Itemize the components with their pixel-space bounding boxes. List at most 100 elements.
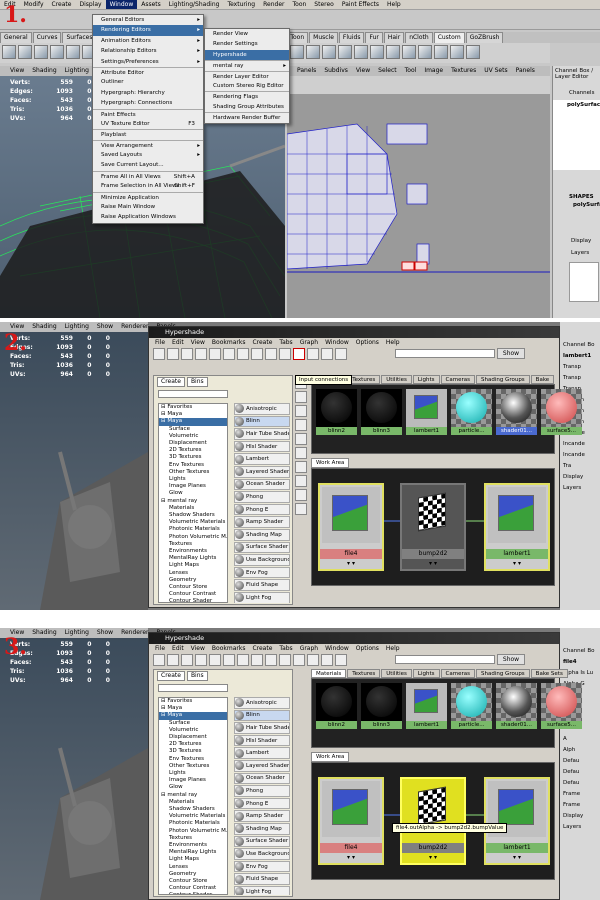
- shelf-icon[interactable]: [50, 45, 64, 59]
- shelf-tab[interactable]: GoZBrush: [465, 32, 504, 43]
- viewport-menu-item[interactable]: View: [356, 66, 370, 76]
- shelf-tab[interactable]: Fluids: [338, 32, 365, 43]
- toolbar-button[interactable]: [167, 348, 179, 360]
- tree-item[interactable]: ⊟ Favorites: [159, 404, 227, 411]
- material-swatch[interactable]: surface5...: [541, 683, 582, 729]
- toolbar-button[interactable]: [265, 654, 277, 666]
- tree-item[interactable]: ⊟ Maya: [159, 705, 227, 712]
- hypershade-menu-item[interactable]: Edit: [172, 338, 184, 347]
- shelf-icon[interactable]: [402, 45, 416, 59]
- show-button[interactable]: Show: [497, 654, 525, 665]
- hypershade-menu-item[interactable]: View: [191, 644, 205, 653]
- toolbar-button[interactable]: [209, 654, 221, 666]
- viewport-menu-item[interactable]: Textures: [451, 66, 476, 76]
- material-tab[interactable]: Utilities: [381, 669, 412, 678]
- toolbar-button[interactable]: [295, 391, 307, 403]
- work-area[interactable]: file4 ▾ ▾ bump2d2 ▾ ▾ lambert1 ▾ ▾ file4.outAl…: [311, 762, 555, 880]
- hypershade-menu-item[interactable]: Create: [252, 338, 272, 347]
- material-tab[interactable]: Cameras: [440, 375, 475, 384]
- node-button[interactable]: Ocean Shader: [234, 772, 290, 785]
- viewport-menu-item[interactable]: Panels: [297, 66, 316, 76]
- material-swatch[interactable]: surface5...: [541, 389, 582, 435]
- hypershade-menu-item[interactable]: Graph: [300, 644, 318, 653]
- tree-item[interactable]: Contour Contrast: [159, 885, 227, 892]
- shelf-icon[interactable]: [370, 45, 384, 59]
- hypershade-menu-item[interactable]: Tabs: [279, 338, 292, 347]
- node-button[interactable]: Fluid Shape: [234, 873, 290, 885]
- work-area-tab[interactable]: Work Area: [311, 458, 350, 468]
- material-tab[interactable]: Shading Groups: [475, 669, 530, 678]
- tree-item[interactable]: ⊟ mental ray: [159, 498, 227, 505]
- toolbar-button[interactable]: [181, 348, 193, 360]
- shelf-icon[interactable]: [18, 45, 32, 59]
- material-tab[interactable]: Cameras: [440, 669, 475, 678]
- node-button[interactable]: Ocean Shader: [234, 478, 290, 491]
- node-button[interactable]: Env Fog: [234, 860, 290, 873]
- shelf-icon[interactable]: [2, 45, 16, 59]
- menu-item[interactable]: Paint Effects: [93, 108, 203, 119]
- node-button[interactable]: Layered Shader: [234, 759, 290, 772]
- node-button[interactable]: Blinn: [234, 709, 290, 722]
- material-swatch[interactable]: blinn3: [361, 389, 402, 435]
- node-button[interactable]: Blinn: [234, 415, 290, 428]
- menu-item[interactable]: Render Layer Editor: [205, 70, 289, 81]
- menu-item[interactable]: Shading Group Attributes: [205, 102, 289, 112]
- tree-item[interactable]: Environments: [159, 842, 227, 849]
- node-button[interactable]: Surface Shader: [234, 835, 290, 848]
- node-button[interactable]: Surface Shader: [234, 541, 290, 554]
- shelf-icon[interactable]: [34, 45, 48, 59]
- viewport-menu-item[interactable]: UV Sets: [484, 66, 507, 76]
- layers-tab[interactable]: Layers: [571, 250, 589, 256]
- tree-item[interactable]: Photon Volumetric M...: [159, 534, 227, 541]
- tree-item[interactable]: Image Planes: [159, 777, 227, 784]
- node-button[interactable]: Anisotropic: [234, 697, 290, 709]
- shelf-icon[interactable]: [354, 45, 368, 59]
- toolbar-button[interactable]: [321, 348, 333, 360]
- menu-lighting-shading[interactable]: Lighting/Shading: [165, 0, 224, 9]
- tree-item[interactable]: Volumetric Materials: [159, 519, 227, 526]
- shelf-icon[interactable]: [322, 45, 336, 59]
- material-tab[interactable]: Textures: [347, 669, 381, 678]
- work-area-tab[interactable]: Work Area: [311, 752, 350, 762]
- menu-item[interactable]: Render View: [205, 29, 289, 39]
- material-tab[interactable]: Shading Groups: [475, 375, 530, 384]
- toolbar-button[interactable]: [295, 461, 307, 473]
- material-swatch[interactable]: particle...: [451, 389, 492, 435]
- hypershade-menu-item[interactable]: Help: [386, 644, 400, 653]
- shelf-tab[interactable]: nCloth: [405, 32, 433, 43]
- tab-create[interactable]: Create: [157, 377, 185, 387]
- tree-item[interactable]: Materials: [159, 505, 227, 512]
- menu-item[interactable]: Relationship Editors ▸: [93, 46, 203, 56]
- toolbar-button[interactable]: [265, 348, 277, 360]
- menu-help[interactable]: Help: [383, 0, 405, 9]
- input-connections-button[interactable]: [293, 348, 305, 360]
- viewport-menu-item[interactable]: Lighting: [65, 66, 89, 76]
- node-button[interactable]: Fluid Shape: [234, 579, 290, 591]
- toolbar-button[interactable]: [237, 654, 249, 666]
- tree-item[interactable]: Contour Shader: [159, 892, 227, 894]
- shelf-tab[interactable]: Hair: [383, 32, 405, 43]
- menu-item[interactable]: UV Texture Editor F3: [93, 119, 203, 129]
- tree-item[interactable]: ⊟ Maya: [159, 712, 227, 720]
- tree-item[interactable]: Lights: [159, 476, 227, 483]
- node-button[interactable]: Phong: [234, 491, 290, 503]
- node-button[interactable]: Shading Map: [234, 822, 290, 835]
- node-button[interactable]: Use Background: [234, 554, 290, 566]
- menu-item[interactable]: Custom Stereo Rig Editor: [205, 81, 289, 91]
- perspective-viewport[interactable]: ViewShadingLightingShowRendererPanels Ve…: [0, 322, 176, 610]
- menu-toon[interactable]: Toon: [289, 0, 311, 9]
- viewport-menu-item[interactable]: Show: [97, 628, 113, 638]
- tree-item[interactable]: Surface: [159, 426, 227, 433]
- toolbar-button[interactable]: [195, 348, 207, 360]
- tree-item[interactable]: Contour Contrast: [159, 591, 227, 598]
- hypershade-menu-item[interactable]: Edit: [172, 644, 184, 653]
- hypershade-menu-item[interactable]: Window: [325, 644, 349, 653]
- menu-item[interactable]: General Editors ▸: [93, 15, 203, 25]
- viewport-menu-item[interactable]: Subdivs: [324, 66, 348, 76]
- tree-item[interactable]: Contour Shader: [159, 598, 227, 602]
- menu-texturing[interactable]: Texturing: [223, 0, 259, 9]
- menu-item[interactable]: Hypergraph: Hierarchy: [93, 88, 203, 98]
- tree-item[interactable]: Photonic Materials: [159, 820, 227, 827]
- toolbar-button[interactable]: [295, 475, 307, 487]
- viewport-menu-item[interactable]: Renderer: [121, 322, 148, 332]
